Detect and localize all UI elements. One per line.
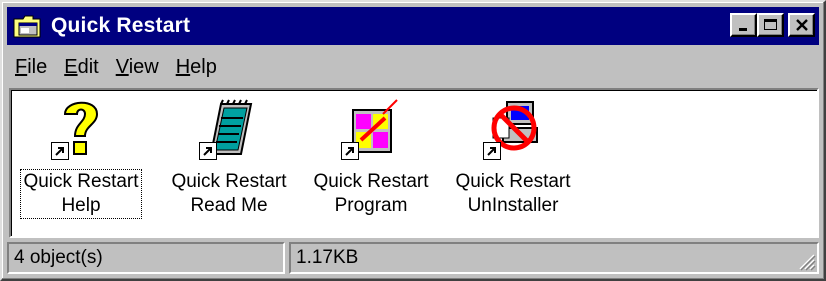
minimize-button[interactable]	[730, 13, 757, 37]
resize-grip-icon[interactable]	[796, 251, 816, 271]
minimize-icon	[738, 28, 747, 31]
title-bar[interactable]: Quick Restart	[7, 7, 819, 45]
menu-help[interactable]: Help	[168, 56, 226, 79]
uninstall-computer-icon	[481, 96, 545, 160]
program-window-icon	[339, 96, 403, 160]
notepad-document-icon	[197, 96, 261, 160]
shortcut-arrow-icon	[199, 142, 217, 160]
file-item-label: Quick Restart Help	[20, 169, 142, 219]
close-icon	[795, 19, 808, 31]
file-item-readme[interactable]: Quick Restart Read Me	[159, 96, 299, 218]
file-item-label: Quick Restart Read Me	[171, 171, 287, 216]
file-item-label: Quick Restart Program	[313, 171, 429, 216]
status-bar: 4 object(s) 1.17KB	[7, 241, 819, 277]
menu-file[interactable]: File	[7, 56, 56, 79]
explorer-window: Quick Restart File Edit View Help Quick …	[0, 0, 826, 281]
help-question-icon	[49, 96, 113, 160]
shortcut-arrow-icon	[51, 142, 69, 160]
close-button[interactable]	[788, 13, 815, 37]
file-item-label: Quick Restart UnInstaller	[455, 171, 571, 216]
status-size-text: 1.17KB	[296, 247, 359, 268]
maximize-icon	[763, 19, 777, 30]
file-item-uninstaller[interactable]: Quick Restart UnInstaller	[443, 96, 583, 218]
status-object-count: 4 object(s)	[7, 242, 285, 274]
status-size: 1.17KB	[289, 242, 819, 274]
file-list-area[interactable]: Quick RestartHelp Quick RestartRead Me	[9, 88, 819, 238]
folder-window-icon[interactable]	[13, 13, 41, 39]
maximize-button[interactable]	[757, 13, 784, 37]
file-item-help[interactable]: Quick Restart Help	[11, 96, 151, 219]
file-item-program[interactable]: Quick Restart Program	[301, 96, 441, 218]
window-title: Quick Restart	[51, 14, 191, 37]
menu-bar: File Edit View Help	[7, 49, 819, 85]
menu-edit[interactable]: Edit	[56, 56, 107, 79]
shortcut-arrow-icon	[341, 142, 359, 160]
shortcut-arrow-icon	[483, 142, 501, 160]
menu-view[interactable]: View	[108, 56, 168, 79]
